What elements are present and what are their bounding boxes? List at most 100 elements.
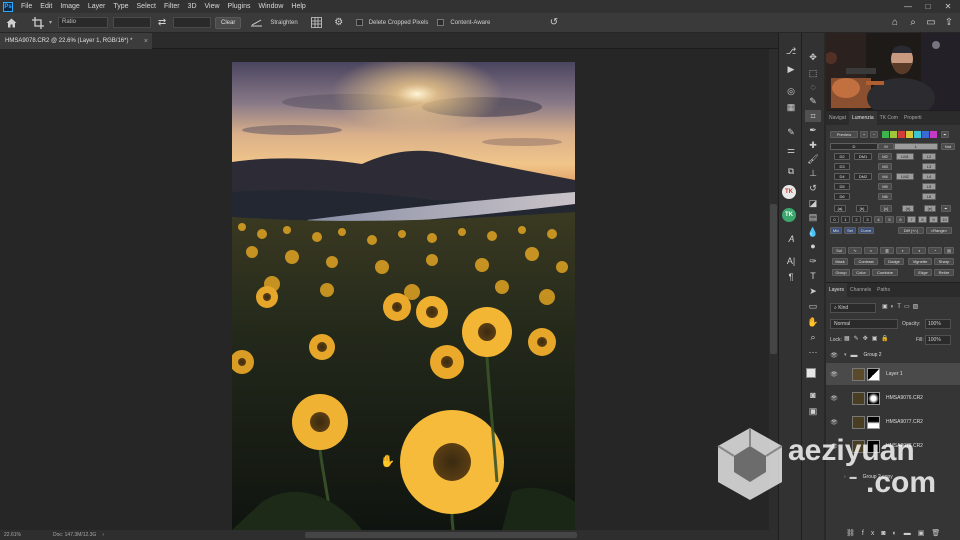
luminosity-5-button[interactable]: 5	[885, 216, 894, 223]
filter-kind-select[interactable]: ⌕ Kind	[830, 303, 876, 313]
contrast-button[interactable]: Contrast	[854, 258, 878, 265]
layer-mask-thumbnail[interactable]	[867, 439, 880, 453]
type-tool-icon[interactable]: T	[805, 270, 821, 282]
m5-button[interactable]: M5	[878, 183, 892, 190]
home-icon[interactable]	[3, 15, 19, 31]
delete-cropped-checkbox[interactable]	[355, 19, 363, 26]
layer-row-hmsa9078[interactable]: 👁 HMSA9078.CR2	[826, 435, 960, 457]
layers-footer-icons[interactable]: ⛓fx◙◐▬▣🗑	[846, 529, 958, 537]
col-d-header[interactable]: D	[830, 143, 878, 150]
canvas-area[interactable]: ✋	[0, 49, 769, 530]
layer-group-2[interactable]: 👁 ▾ ▬ Group 2	[826, 349, 960, 361]
menu-type[interactable]: Type	[109, 3, 132, 10]
ratio-select[interactable]: Ratio	[58, 17, 109, 28]
swap-icon[interactable]: ⇄	[154, 15, 170, 31]
visibility-eye-icon[interactable]: 👁	[826, 443, 842, 450]
adjustment-exposure-icon[interactable]: ◔	[928, 247, 942, 254]
zone-e-button[interactable]: {e}	[924, 205, 936, 212]
menu-layer[interactable]: Layer	[84, 3, 110, 10]
visibility-eye-icon[interactable]: 👁	[826, 352, 842, 359]
l6-button[interactable]: L6	[922, 193, 936, 200]
adjustment-bw-icon[interactable]: ◑	[912, 247, 926, 254]
play-actions-icon[interactable]: ▶	[783, 63, 799, 75]
paragraph-icon[interactable]: A|	[783, 255, 799, 267]
layer-row-hmsa9076[interactable]: 👁 HMSA9076.CR2	[826, 387, 960, 409]
luminosity-7-button[interactable]: 7	[907, 216, 916, 223]
layer-mask-thumbnail[interactable]	[867, 415, 880, 429]
horizontal-scroll-thumb[interactable]	[305, 532, 577, 538]
photoshop-logo-icon[interactable]: Ps	[3, 1, 13, 12]
curve-button[interactable]: Curve	[858, 227, 874, 234]
zone-b-button[interactable]: {b}	[856, 205, 868, 212]
eyedropper-tool-icon[interactable]: ✒	[805, 124, 821, 136]
opacity-input[interactable]: 100%	[925, 319, 951, 329]
sharp-button[interactable]: Sharp	[934, 258, 954, 265]
tk-plugin-icon[interactable]: TK	[782, 185, 796, 199]
healing-brush-tool-icon[interactable]: ✚	[805, 139, 821, 151]
combine-button[interactable]: Combine	[872, 269, 898, 276]
d5-button[interactable]: D5	[834, 183, 850, 190]
swatch-magenta[interactable]	[930, 131, 937, 138]
group-button[interactable]: Group	[832, 269, 850, 276]
eraser-tool-icon[interactable]: ◪	[805, 197, 821, 209]
menu-edit[interactable]: Edit	[36, 3, 56, 10]
vertical-scrollbar[interactable]	[769, 49, 778, 530]
luminosity-1-button[interactable]: 1	[841, 216, 850, 223]
layer-row-hmsa9077[interactable]: 👁 HMSA9077.CR2	[826, 411, 960, 433]
vignette-button[interactable]: Vignette	[908, 258, 932, 265]
minus-icon[interactable]: −	[870, 131, 878, 138]
d6-button[interactable]: D6	[834, 193, 850, 200]
layer-mask-thumbnail[interactable]	[867, 367, 880, 381]
document-tab[interactable]: HMSA9078.CR2 @ 22.6% (Layer 1, RGB/16*) …	[0, 33, 152, 49]
l5-button[interactable]: L5	[922, 183, 936, 190]
grid-overlay-icon[interactable]	[309, 15, 325, 31]
edge-button[interactable]: Edge	[914, 269, 932, 276]
zone-c-button[interactable]: {c}	[880, 205, 892, 212]
height-input[interactable]	[173, 17, 212, 28]
chevron-down-icon[interactable]: ▾	[844, 352, 847, 358]
dm2-button[interactable]: DM2	[854, 173, 872, 180]
menu-plugins[interactable]: Plugins	[224, 3, 255, 10]
lm2-button[interactable]: LM2	[896, 173, 914, 180]
maximize-icon[interactable]: □	[918, 0, 938, 13]
quick-mask-icon[interactable]: ◙	[805, 389, 821, 401]
share-icon[interactable]: ⌂	[887, 15, 903, 31]
landscape-photo[interactable]	[232, 62, 575, 530]
more-tools-icon[interactable]: ···	[805, 346, 821, 358]
swatch-red[interactable]	[898, 131, 905, 138]
adjustment-levels-icon[interactable]: ▥	[880, 247, 894, 254]
tab-channels[interactable]: Channels	[847, 283, 874, 297]
not-button[interactable]: Not	[941, 143, 955, 150]
clone-stamp-tool-icon[interactable]: ⊥	[805, 167, 821, 179]
luminosity-3-button[interactable]: 3	[863, 216, 872, 223]
layer-row-layer-1[interactable]: 👁 Layer 1	[826, 363, 960, 385]
luminosity-8-button[interactable]: 8	[918, 216, 927, 223]
foreground-color-swatch[interactable]	[806, 368, 816, 378]
menu-image[interactable]: Image	[56, 3, 83, 10]
menu-view[interactable]: View	[201, 3, 224, 10]
luminosity-4-button[interactable]: 4	[874, 216, 883, 223]
share-up-icon[interactable]: ⇪	[941, 15, 957, 31]
dodge-tool-icon[interactable]: ●	[805, 240, 821, 252]
l4-button[interactable]: L4	[922, 173, 936, 180]
layer-mask-thumbnail[interactable]	[867, 391, 880, 405]
swatch-green[interactable]	[882, 131, 889, 138]
adjustment-hsl-icon[interactable]: ◐	[896, 247, 910, 254]
history-brush-tool-icon[interactable]: ↺	[805, 182, 821, 194]
adjustment-wave-icon[interactable]: ≈	[864, 247, 878, 254]
tab-navigator[interactable]: Navigat	[826, 111, 849, 125]
dm1-button[interactable]: DM1	[854, 153, 872, 160]
add-icon[interactable]: +	[860, 131, 868, 138]
visibility-eye-icon[interactable]: 👁	[826, 419, 842, 426]
crop-tool-icon[interactable]	[30, 15, 46, 31]
menu-help[interactable]: Help	[287, 3, 309, 10]
m2-button[interactable]: M2	[878, 153, 892, 160]
tab-paths[interactable]: Paths	[874, 283, 893, 297]
swatch-yellow[interactable]	[906, 131, 913, 138]
character-icon[interactable]: 𝐴	[783, 233, 799, 245]
d2-button[interactable]: D2	[834, 153, 850, 160]
swatch-cyan[interactable]	[914, 131, 921, 138]
sliders-icon[interactable]: ⚌	[783, 144, 799, 156]
d4-button[interactable]: D4	[834, 173, 850, 180]
gear-icon[interactable]: ⚙	[331, 15, 347, 31]
